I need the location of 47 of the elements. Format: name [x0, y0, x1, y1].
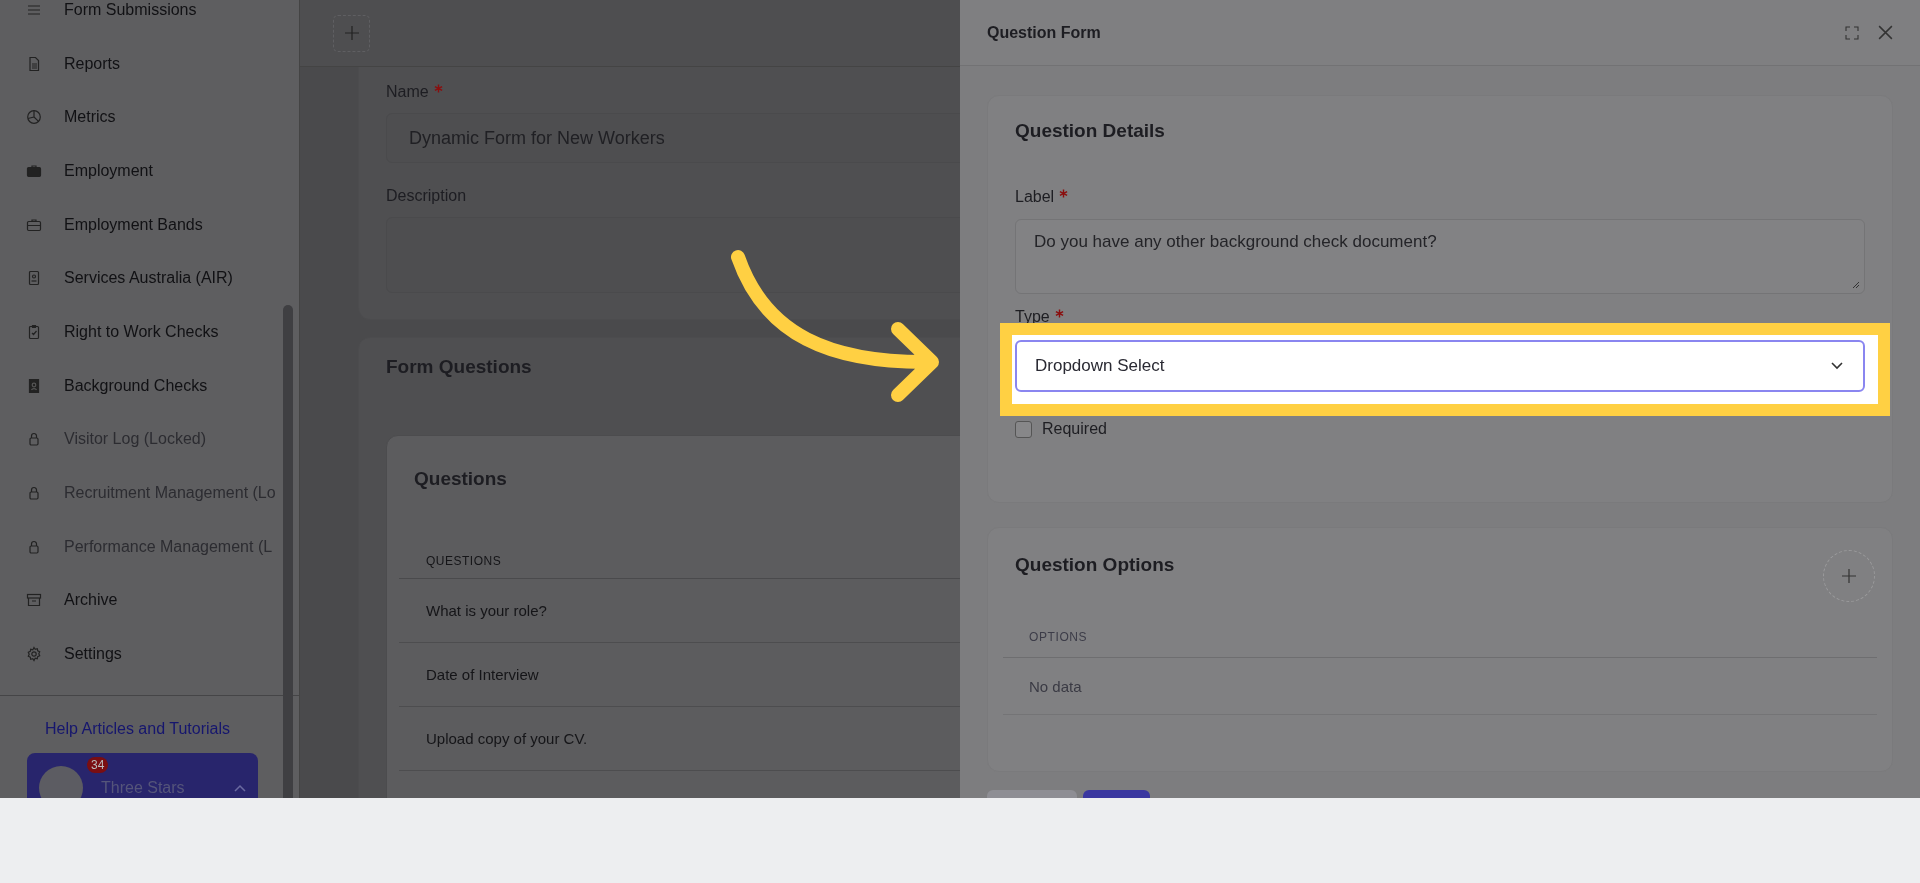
section-title: Question Options [1014, 553, 1176, 577]
lock-icon [26, 538, 42, 555]
clipboard-icon [26, 323, 42, 340]
lock-icon [26, 431, 42, 448]
sidebar-item[interactable]: Employment [0, 144, 299, 198]
sidebar-item[interactable]: Right to Work Checks [0, 305, 299, 359]
sidebar-item[interactable]: Reports [0, 36, 299, 91]
briefcase-icon [26, 216, 42, 233]
notification-badge: 34 [87, 756, 109, 773]
profile-icon [26, 377, 42, 394]
sidebar-item[interactable]: Metrics [0, 90, 299, 145]
required-checkbox[interactable]: Required [1015, 420, 1107, 438]
plus-icon [1842, 569, 1856, 583]
plus-icon [344, 26, 359, 40]
add-button[interactable] [333, 14, 370, 52]
sidebar-item[interactable]: Services Australia (AIR) [0, 251, 299, 306]
section-title: Questions [414, 467, 508, 491]
empty-message: No data [1003, 658, 1877, 715]
sidebar-item[interactable]: Settings [0, 627, 299, 681]
archive-icon [26, 592, 42, 609]
chevron-down-icon [1831, 362, 1843, 370]
scrollbar[interactable] [283, 305, 293, 798]
close-button[interactable] [1877, 24, 1894, 41]
pie-chart-icon [26, 109, 42, 126]
sidebar-item[interactable]: Form Submissions [0, 0, 299, 37]
panel-title: Question Form [987, 23, 1102, 42]
section-title: Question Details [1015, 119, 1166, 143]
help-link[interactable]: Help Articles and Tutorials [45, 719, 230, 738]
expand-icon [1845, 25, 1859, 40]
lock-icon [26, 485, 42, 502]
avatar [39, 765, 83, 798]
field-label: Type [1015, 308, 1050, 326]
sidebar-item[interactable]: Archive [0, 573, 299, 628]
document-icon [26, 55, 42, 72]
label-field[interactable]: Do you have any other background check document? [1015, 219, 1865, 294]
sidebar-item[interactable]: Employment Bands [0, 197, 299, 252]
sidebar-item[interactable]: Background Checks [0, 358, 299, 413]
briefcase-icon [26, 162, 42, 179]
type-select[interactable]: Dropdown Select [1015, 340, 1865, 392]
close-icon [1877, 24, 1894, 41]
settings-icon [26, 646, 42, 663]
column-header: OPTIONS [1003, 630, 1877, 658]
field-label: Label [1015, 188, 1055, 206]
caret-icon [234, 783, 246, 792]
id-card-icon [26, 270, 42, 287]
expand-button[interactable] [1845, 25, 1859, 40]
resize-grip-icon[interactable] [1852, 281, 1860, 289]
